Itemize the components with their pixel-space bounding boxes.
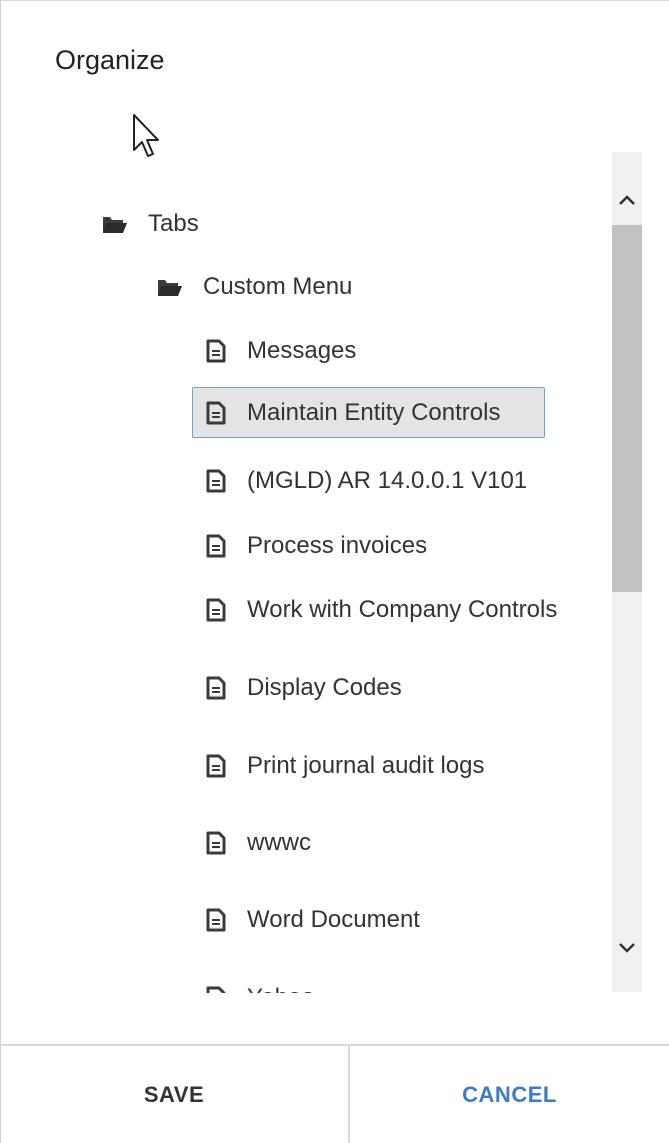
scroll-down-button[interactable] <box>612 928 642 968</box>
tree-item-label: (MGLD) AR 14.0.0.1 V101 <box>247 467 528 494</box>
tree-item-work-with-company-controls[interactable]: Work with Company Controls <box>205 590 557 630</box>
scroll-up-button[interactable] <box>612 180 642 220</box>
document-icon <box>205 469 227 493</box>
tree-item-label: wwwc <box>247 829 311 856</box>
tree-node-label: Tabs <box>148 210 199 237</box>
scrollbar-thumb[interactable] <box>612 225 642 592</box>
folder-open-icon <box>157 276 183 298</box>
document-icon <box>205 401 227 425</box>
tree-item-messages[interactable]: Messages <box>205 331 356 371</box>
tree-item-wwwc[interactable]: wwwc <box>205 823 311 863</box>
tree-item-label: Print journal audit logs <box>247 752 485 779</box>
chevron-up-icon <box>619 195 635 205</box>
dialog-title: Organize <box>55 45 165 75</box>
tree-node-custom-menu[interactable]: Custom Menu <box>157 267 352 307</box>
tree-item-print-journal-audit-logs[interactable]: Print journal audit logs <box>205 746 484 786</box>
tree-item-label: Messages <box>247 337 357 364</box>
tree-item-process-invoices[interactable]: Process invoices <box>205 526 427 566</box>
cancel-button[interactable]: CANCEL <box>350 1046 669 1143</box>
tree-item-display-codes[interactable]: Display Codes <box>205 668 402 708</box>
document-icon <box>205 676 227 700</box>
tree-node-label: Custom Menu <box>203 273 353 300</box>
tree-item-label: Word Document <box>247 906 420 933</box>
dialog-top-border <box>0 0 669 1</box>
document-icon <box>205 986 227 993</box>
tree-item-label: Work with Company Controls <box>247 596 558 623</box>
tree-item-yahoo[interactable]: Yahoo <box>205 978 315 993</box>
folder-open-icon <box>102 213 128 235</box>
document-icon <box>205 339 227 363</box>
document-icon <box>205 754 227 778</box>
tree-item-label: Maintain Entity Controls <box>247 399 501 426</box>
tree-view[interactable]: Tabs Custom Menu Messages Maintain Entit… <box>0 150 612 993</box>
document-icon <box>205 534 227 558</box>
chevron-down-icon <box>619 943 635 953</box>
tree-item-mgld-ar[interactable]: (MGLD) AR 14.0.0.1 V101 <box>205 461 527 501</box>
save-button[interactable]: SAVE <box>0 1046 348 1143</box>
tree-item-label: Display Codes <box>247 674 402 701</box>
tree-node-tabs[interactable]: Tabs <box>102 204 199 244</box>
tree-item-maintain-entity-controls[interactable]: Maintain Entity Controls <box>205 393 500 433</box>
tree-item-label: Process invoices <box>247 532 428 559</box>
tree-item-word-document[interactable]: Word Document <box>205 900 420 940</box>
document-icon <box>205 598 227 622</box>
document-icon <box>205 908 227 932</box>
tree-item-label: Yahoo <box>247 984 315 993</box>
document-icon <box>205 831 227 855</box>
vertical-scrollbar[interactable] <box>612 152 642 992</box>
